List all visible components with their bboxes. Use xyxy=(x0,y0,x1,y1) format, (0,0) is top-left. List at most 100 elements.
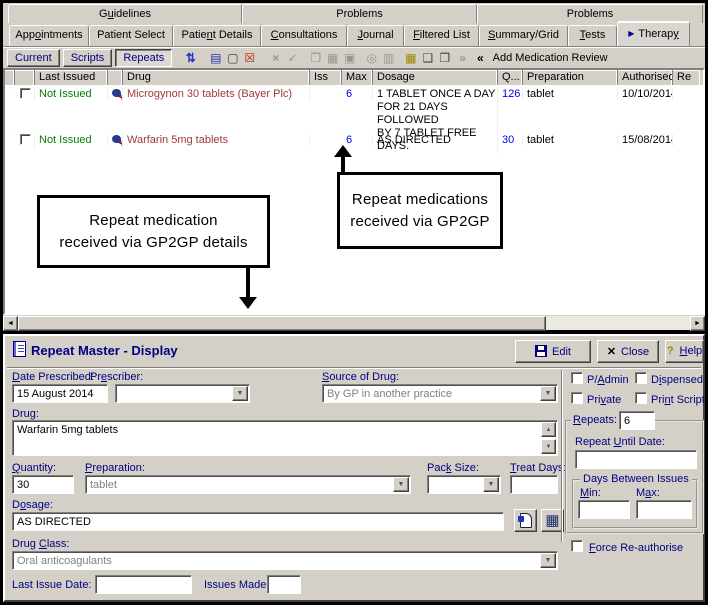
row-margin xyxy=(5,88,15,89)
force-reauthorise-checkbox[interactable] xyxy=(571,540,583,552)
drug-class-combo[interactable]: Oral anticoagulants ▼ xyxy=(12,551,558,570)
row-margin xyxy=(5,134,15,135)
prescriber-combo[interactable]: ▼ xyxy=(115,384,250,403)
tab-filtered-list[interactable]: Filtered List xyxy=(404,25,479,46)
header-dosage[interactable]: Dosage xyxy=(373,70,498,85)
dosage-field[interactable]: AS DIRECTED xyxy=(12,512,504,531)
treat-days-field[interactable] xyxy=(510,475,558,494)
formulary-icon[interactable]: ▥ xyxy=(380,49,397,67)
help-button-label: Help xyxy=(680,345,703,357)
cancel-icon[interactable]: × xyxy=(267,49,284,67)
tab-consultations[interactable]: Consultations xyxy=(261,25,347,46)
tab-problems-1[interactable]: Problems xyxy=(242,4,477,23)
min-field[interactable] xyxy=(578,500,630,519)
calendar-icon[interactable]: ▦ xyxy=(324,49,341,67)
iss-cell xyxy=(310,134,342,135)
preparation-cell: tablet xyxy=(523,134,618,146)
dosage-lookup-button[interactable] xyxy=(514,509,537,532)
row-select-cell xyxy=(15,88,35,102)
header-max[interactable]: Max xyxy=(342,70,373,85)
add-medication-review-label[interactable]: Add Medication Review xyxy=(493,52,608,64)
new-script-icon[interactable]: ▢ xyxy=(224,49,241,67)
dispensed-checkbox[interactable] xyxy=(635,372,647,384)
header-preparation[interactable]: Preparation xyxy=(523,70,618,85)
p-admin-checkbox[interactable] xyxy=(571,372,583,384)
table-row-warfarin[interactable]: Not Issued Warfarin 5mg tablets 6 AS DIR… xyxy=(5,131,703,151)
row-select-cell xyxy=(15,134,35,148)
scroll-up-icon[interactable]: ▲ xyxy=(541,422,556,437)
preparation-value: tablet xyxy=(90,479,117,491)
tab-appointments[interactable]: Appointments xyxy=(9,25,89,46)
toolbar-collapse-icon[interactable]: « xyxy=(477,51,484,65)
header-drug[interactable]: Drug xyxy=(123,70,310,85)
horizontal-scrollbar[interactable]: ◄ ► xyxy=(3,315,705,330)
date-prescribed-label: Date Prescribed: xyxy=(12,371,94,383)
help-button[interactable]: ?Help xyxy=(665,340,704,363)
drug-ladder-icon[interactable]: ▦ xyxy=(402,49,419,67)
max-field[interactable] xyxy=(636,500,692,519)
delete-script-icon[interactable]: ☒ xyxy=(241,49,258,67)
scroll-left-button[interactable]: ◄ xyxy=(3,316,18,331)
drug-textarea[interactable]: Warfarin 5mg tablets▲▼ xyxy=(12,420,558,456)
scroll-right-button[interactable]: ► xyxy=(690,316,705,331)
copy-icon[interactable]: ❒ xyxy=(307,49,324,67)
find-icon[interactable]: ◎ xyxy=(363,49,380,67)
repeats-button[interactable]: Repeats xyxy=(115,49,172,67)
repeats-label: Repeats: xyxy=(571,414,619,426)
preparation-combo[interactable]: tablet ▼ xyxy=(85,475,411,494)
scroll-down-icon[interactable]: ▼ xyxy=(541,439,556,454)
confirm-icon[interactable]: ✓ xyxy=(284,49,301,67)
header-repeats[interactable]: Re xyxy=(673,70,700,85)
tab-row-top: Guidelines Problems Problems xyxy=(3,3,705,23)
header-quantity[interactable]: Q... xyxy=(498,70,523,85)
scripts-button[interactable]: Scripts xyxy=(63,49,113,67)
drug-class-value: Oral anticoagulants xyxy=(17,555,112,567)
header-authorised[interactable]: Authorised xyxy=(618,70,673,85)
tab-patient-select[interactable]: Patient Select xyxy=(89,25,173,46)
panel-divider xyxy=(561,370,563,542)
source-of-drug-combo[interactable]: By GP in another practice▼ xyxy=(322,384,558,403)
tab-guidelines[interactable]: Guidelines xyxy=(8,4,242,23)
table-row-microgynon[interactable]: Not Issued Microgynon 30 tablets (Bayer … xyxy=(5,85,703,131)
repeats-field[interactable]: 6 xyxy=(619,411,655,430)
edit-button[interactable]: Edit xyxy=(515,340,591,363)
tab-summary-grid[interactable]: Summary/Grid xyxy=(479,25,568,46)
header-last-issued[interactable]: Last Issued xyxy=(35,70,108,85)
date-prescribed-field[interactable]: 15 August 2014 xyxy=(12,384,108,403)
dropdown-icon[interactable]: ▼ xyxy=(540,553,556,568)
last-issue-date-label: Last Issue Date: xyxy=(12,579,92,591)
row-checkbox[interactable] xyxy=(20,134,31,145)
current-button[interactable]: Current xyxy=(7,49,60,67)
dropdown-icon[interactable]: ▼ xyxy=(393,477,409,492)
issues-made-field[interactable] xyxy=(267,575,301,594)
goto-script-icon[interactable]: ❏ xyxy=(419,49,436,67)
dropdown-icon[interactable]: ▼ xyxy=(232,386,248,401)
sort-scripts-icon[interactable]: ⇅ xyxy=(182,49,199,67)
tab-journal[interactable]: Journal xyxy=(347,25,404,46)
tab-tests[interactable]: Tests xyxy=(568,25,617,46)
add-script-icon[interactable]: ▤ xyxy=(207,49,224,67)
print-script-checkbox[interactable] xyxy=(635,392,647,404)
quantity-cell: 30 xyxy=(498,134,523,146)
pack-size-combo[interactable]: ▼ xyxy=(427,475,501,494)
reauthorise-icon[interactable]: ❐ xyxy=(436,49,453,67)
quantity-label: Quantity: xyxy=(12,462,56,474)
dropdown-icon[interactable]: ▼ xyxy=(483,477,499,492)
gp2gp-medication-icon xyxy=(108,134,123,150)
notepad-icon xyxy=(13,341,26,357)
tab-patient-details[interactable]: Patient Details xyxy=(173,25,261,46)
close-button[interactable]: ✕Close xyxy=(597,340,659,363)
quantity-field[interactable]: 30 xyxy=(12,475,74,494)
repeat-master-dialog: Repeat Master - Display Edit ✕Close ?Hel… xyxy=(3,334,705,602)
row-checkbox[interactable] xyxy=(20,88,31,99)
dropdown-icon[interactable]: ▼ xyxy=(540,386,556,401)
toolbar-more-icon[interactable]: » xyxy=(459,51,466,65)
issues-made-label: Issues Made: xyxy=(204,579,269,591)
print-icon[interactable]: ▣ xyxy=(341,49,358,67)
repeat-until-date-field[interactable] xyxy=(575,450,697,469)
private-checkbox[interactable] xyxy=(571,392,583,404)
scrollbar-thumb[interactable] xyxy=(18,316,546,331)
header-iss[interactable]: Iss xyxy=(310,70,342,85)
tab-therapy[interactable]: ▶Therapy xyxy=(617,21,690,46)
last-issue-date-field[interactable] xyxy=(95,575,192,594)
